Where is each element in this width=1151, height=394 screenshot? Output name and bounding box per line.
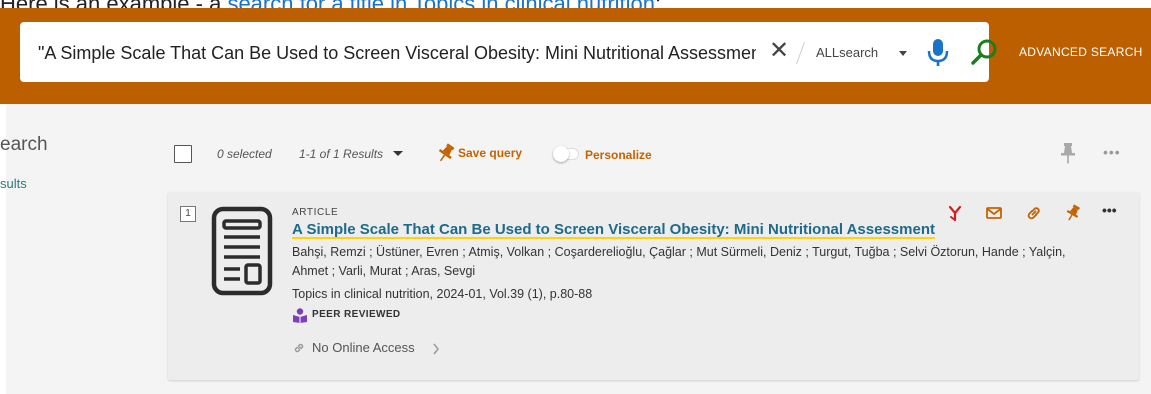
result-source: Topics in clinical nutrition, 2024-01, V… bbox=[292, 287, 593, 301]
caret-down-icon[interactable] bbox=[392, 147, 404, 161]
more-options-icon[interactable]: ••• bbox=[1102, 203, 1122, 223]
pin-icon bbox=[438, 143, 455, 162]
caret-down-icon[interactable] bbox=[896, 43, 910, 63]
toggle-knob bbox=[553, 146, 569, 162]
peer-reviewed-label: PEER REVIEWED bbox=[312, 309, 401, 320]
sidebar-results-link[interactable]: sults bbox=[0, 176, 27, 192]
save-query-label: Save query bbox=[458, 146, 523, 160]
results-range-dropdown[interactable]: 1-1 of 1 Results bbox=[299, 146, 383, 162]
online-access-label: No Online Access bbox=[312, 340, 415, 355]
search-divider bbox=[795, 42, 806, 64]
permalink-icon[interactable] bbox=[1024, 203, 1044, 223]
magnifier-icon[interactable] bbox=[968, 36, 1000, 68]
citation-icon[interactable] bbox=[945, 203, 965, 223]
peer-reviewed-icon bbox=[293, 308, 307, 323]
personalize-label[interactable]: Personalize bbox=[585, 147, 652, 163]
chevron-right-icon bbox=[433, 343, 439, 355]
selected-count: 0 selected bbox=[217, 147, 272, 161]
search-scope-select[interactable]: ALLsearch bbox=[816, 43, 878, 63]
search-bar: "A Simple Scale That Can Be Used to Scre… bbox=[20, 22, 997, 82]
result-title-link[interactable]: A Simple Scale That Can Be Used to Scree… bbox=[292, 220, 935, 240]
close-icon[interactable]: ✕ bbox=[768, 38, 790, 64]
pin-icon[interactable] bbox=[1063, 203, 1083, 223]
article-document-icon bbox=[211, 206, 273, 296]
more-options-icon[interactable]: ••• bbox=[1103, 145, 1123, 159]
result-authors: Bahşi, Remzi ; Üstüner, Evren ; Atmiş, V… bbox=[292, 245, 1066, 278]
advanced-search-link[interactable]: ADVANCED SEARCH bbox=[1019, 44, 1143, 60]
link-icon bbox=[294, 343, 304, 353]
microphone-icon[interactable] bbox=[924, 36, 952, 68]
result-rank: 1 bbox=[180, 206, 196, 222]
sidebar-title: earch bbox=[0, 134, 48, 155]
email-icon[interactable] bbox=[984, 203, 1004, 223]
result-type: ARTICLE bbox=[292, 207, 339, 218]
pin-icon[interactable] bbox=[1059, 141, 1077, 165]
select-all-checkbox[interactable] bbox=[174, 145, 192, 163]
search-input[interactable]: "A Simple Scale That Can Be Used to Scre… bbox=[38, 41, 756, 65]
